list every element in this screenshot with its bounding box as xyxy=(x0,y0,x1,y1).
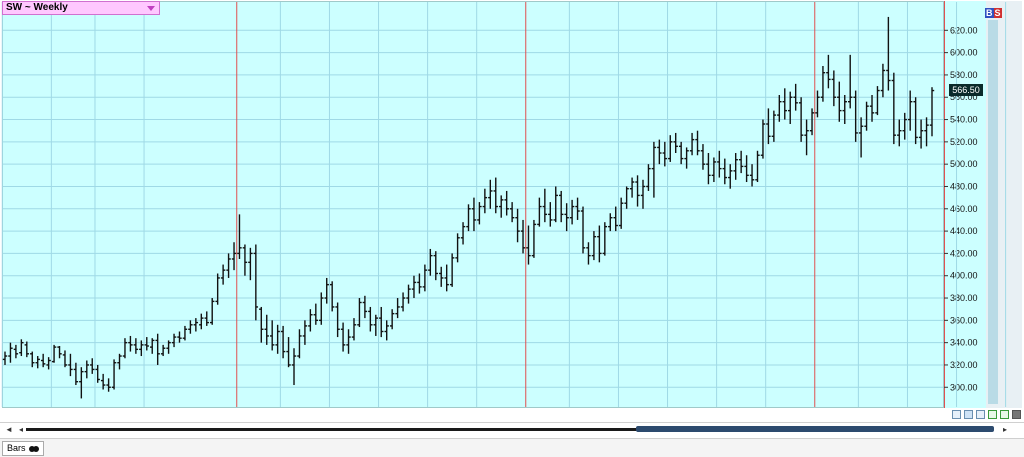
footer-bar: Bars xyxy=(0,438,1024,457)
vertical-scroll-track[interactable] xyxy=(988,20,998,404)
add-study-icon[interactable] xyxy=(988,410,997,419)
tab-bars[interactable]: Bars xyxy=(2,441,44,456)
scroll-step-left-icon[interactable]: ◂ xyxy=(16,425,26,434)
symbol-title: SW ~ Weekly xyxy=(6,2,68,13)
remove-study-icon[interactable] xyxy=(1000,410,1009,419)
buy-label: B xyxy=(985,8,994,18)
buy-sell-badge[interactable]: BS xyxy=(985,8,1002,18)
symbol-selector[interactable]: SW ~ Weekly xyxy=(2,1,160,15)
tab-bars-label: Bars xyxy=(7,443,26,453)
link-icon-2 xyxy=(32,445,39,452)
zoom-in-icon[interactable] xyxy=(952,410,961,419)
horizontal-scrollbar[interactable]: ◄ ◂ ▸ xyxy=(0,422,1024,437)
chart-window: 300.00 320.00 340.00 360.00 380.00 400.00 420.… xyxy=(0,0,1024,457)
sell-label: S xyxy=(993,8,1002,18)
scroll-thumb[interactable] xyxy=(636,426,994,432)
dropdown-arrow-icon[interactable] xyxy=(147,6,155,11)
zoom-out-icon[interactable] xyxy=(976,410,985,419)
price-axis[interactable] xyxy=(944,1,986,408)
last-price-tag: 566.50 xyxy=(949,83,983,96)
scroll-left-icon[interactable]: ◄ xyxy=(4,425,14,434)
scroll-step-right-icon[interactable]: ▸ xyxy=(1000,425,1010,434)
time-axis[interactable] xyxy=(0,408,1024,422)
plot-area[interactable] xyxy=(2,1,944,408)
panel-toggle-icon[interactable] xyxy=(1012,410,1021,419)
zoom-fit-icon[interactable] xyxy=(964,410,973,419)
chart-toolbar-mini xyxy=(952,410,1021,421)
